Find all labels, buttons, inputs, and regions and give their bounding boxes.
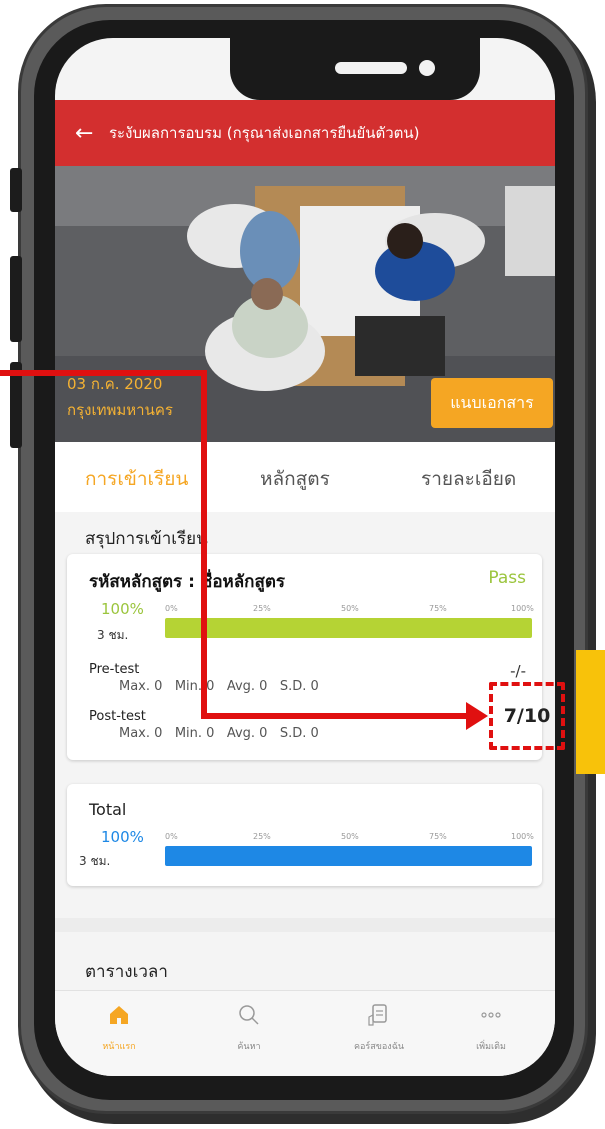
volume-up-button	[10, 256, 22, 342]
phone-notch	[230, 38, 480, 100]
nav-more-label: เพิ่มเติม	[476, 1042, 506, 1052]
speaker-grille	[335, 62, 407, 74]
nav-my-courses[interactable]: คอร์สของฉัน	[339, 1003, 419, 1053]
nav-search-label: ค้นหา	[237, 1042, 261, 1052]
pretest-stats: Max. 0 Min. 0 Avg. 0 S.D. 0	[119, 679, 319, 694]
nav-home[interactable]: หน้าแรก	[79, 1003, 159, 1053]
scale-tick: 25%	[253, 832, 271, 841]
progress-percent: 100%	[101, 600, 144, 618]
event-location: กรุงเทพมหานคร	[67, 401, 173, 419]
scale-tick: 100%	[511, 832, 534, 841]
phone-screen: ← ระงับผลการอบรม (กรุณาส่งเอกสารยืนยันตั…	[55, 38, 555, 1076]
tab-bar: การเข้าเรียน หลักสูตร รายละเอียด	[55, 442, 555, 512]
scale-tick: 100%	[511, 604, 534, 613]
nav-search[interactable]: ค้นหา	[209, 1003, 289, 1053]
posttest-score-highlight: 7/10	[489, 682, 565, 750]
scale-tick: 0%	[165, 604, 178, 613]
scale-tick: 75%	[429, 832, 447, 841]
scale-tick: 25%	[253, 604, 271, 613]
hero-banner: 03 ก.ค. 2020 กรุงเทพมหานคร แนบเอกสาร	[55, 166, 555, 442]
tab-details[interactable]: รายละเอียด	[421, 464, 516, 494]
scale-tick: 75%	[429, 604, 447, 613]
total-progress-card: Total 100% 3 ชม. 0% 25% 50% 75% 100%	[67, 784, 542, 886]
pretest-sd: S.D. 0	[279, 679, 319, 694]
tab-attendance[interactable]: การเข้าเรียน	[85, 464, 188, 494]
posttest-sd: S.D. 0	[279, 726, 319, 741]
posttest-max: Max. 0	[119, 726, 163, 741]
course-code-name: รหัสหลักสูตร : ชื่อหลักสูตร	[89, 572, 286, 592]
course-summary-card: รหัสหลักสูตร : ชื่อหลักสูตร Pass 100% 3 …	[67, 554, 542, 760]
posttest-stats: Max. 0 Min. 0 Avg. 0 S.D. 0	[119, 726, 319, 741]
nav-home-label: หน้าแรก	[102, 1042, 136, 1052]
back-arrow-icon[interactable]: ←	[75, 121, 109, 146]
volume-down-button	[10, 362, 22, 448]
front-camera	[419, 60, 435, 76]
scale-tick: 50%	[341, 832, 359, 841]
status-badge: Pass	[488, 568, 526, 588]
pretest-max: Max. 0	[119, 679, 163, 694]
attendance-progress-bar	[165, 618, 532, 638]
section-divider	[55, 918, 555, 932]
nav-more[interactable]: เพิ่มเติม	[451, 1003, 531, 1053]
bottom-navigation: หน้าแรก ค้นหา คอร์สของฉัน เพิ่มเติม	[55, 990, 555, 1076]
scale-tick: 50%	[341, 604, 359, 613]
course-icon	[368, 1004, 387, 1026]
event-date: 03 ก.ค. 2020	[67, 375, 163, 393]
pretest-min: Min. 0	[174, 679, 215, 694]
scale-tick: 0%	[165, 832, 178, 841]
progress-hours: 3 ชม.	[97, 628, 129, 642]
total-hours: 3 ชม.	[79, 854, 111, 868]
annotation-side-tab	[576, 650, 605, 774]
mute-switch	[10, 168, 22, 212]
attach-document-button[interactable]: แนบเอกสาร	[431, 378, 553, 428]
total-progress-bar	[165, 846, 532, 866]
page-title: ระงับผลการอบรม (กรุณาส่งเอกสารยืนยันตัวต…	[109, 124, 420, 142]
total-label: Total	[89, 800, 127, 819]
pretest-score: -/-	[510, 662, 526, 680]
posttest-min: Min. 0	[174, 726, 215, 741]
schedule-title: ตารางเวลา	[85, 962, 168, 982]
search-icon	[239, 1005, 259, 1025]
pretest-avg: Avg. 0	[226, 679, 268, 694]
nav-my-courses-label: คอร์สของฉัน	[354, 1042, 404, 1052]
home-icon	[110, 1006, 128, 1024]
total-percent: 100%	[101, 828, 144, 846]
attendance-summary-title: สรุปการเข้าเรียน	[85, 529, 208, 549]
posttest-avg: Avg. 0	[226, 726, 268, 741]
pretest-label: Pre-test	[89, 662, 140, 677]
tab-course[interactable]: หลักสูตร	[260, 464, 330, 494]
more-icon	[481, 1012, 501, 1018]
posttest-label: Post-test	[89, 709, 146, 724]
app-header: ← ระงับผลการอบรม (กรุณาส่งเอกสารยืนยันตั…	[55, 100, 555, 166]
